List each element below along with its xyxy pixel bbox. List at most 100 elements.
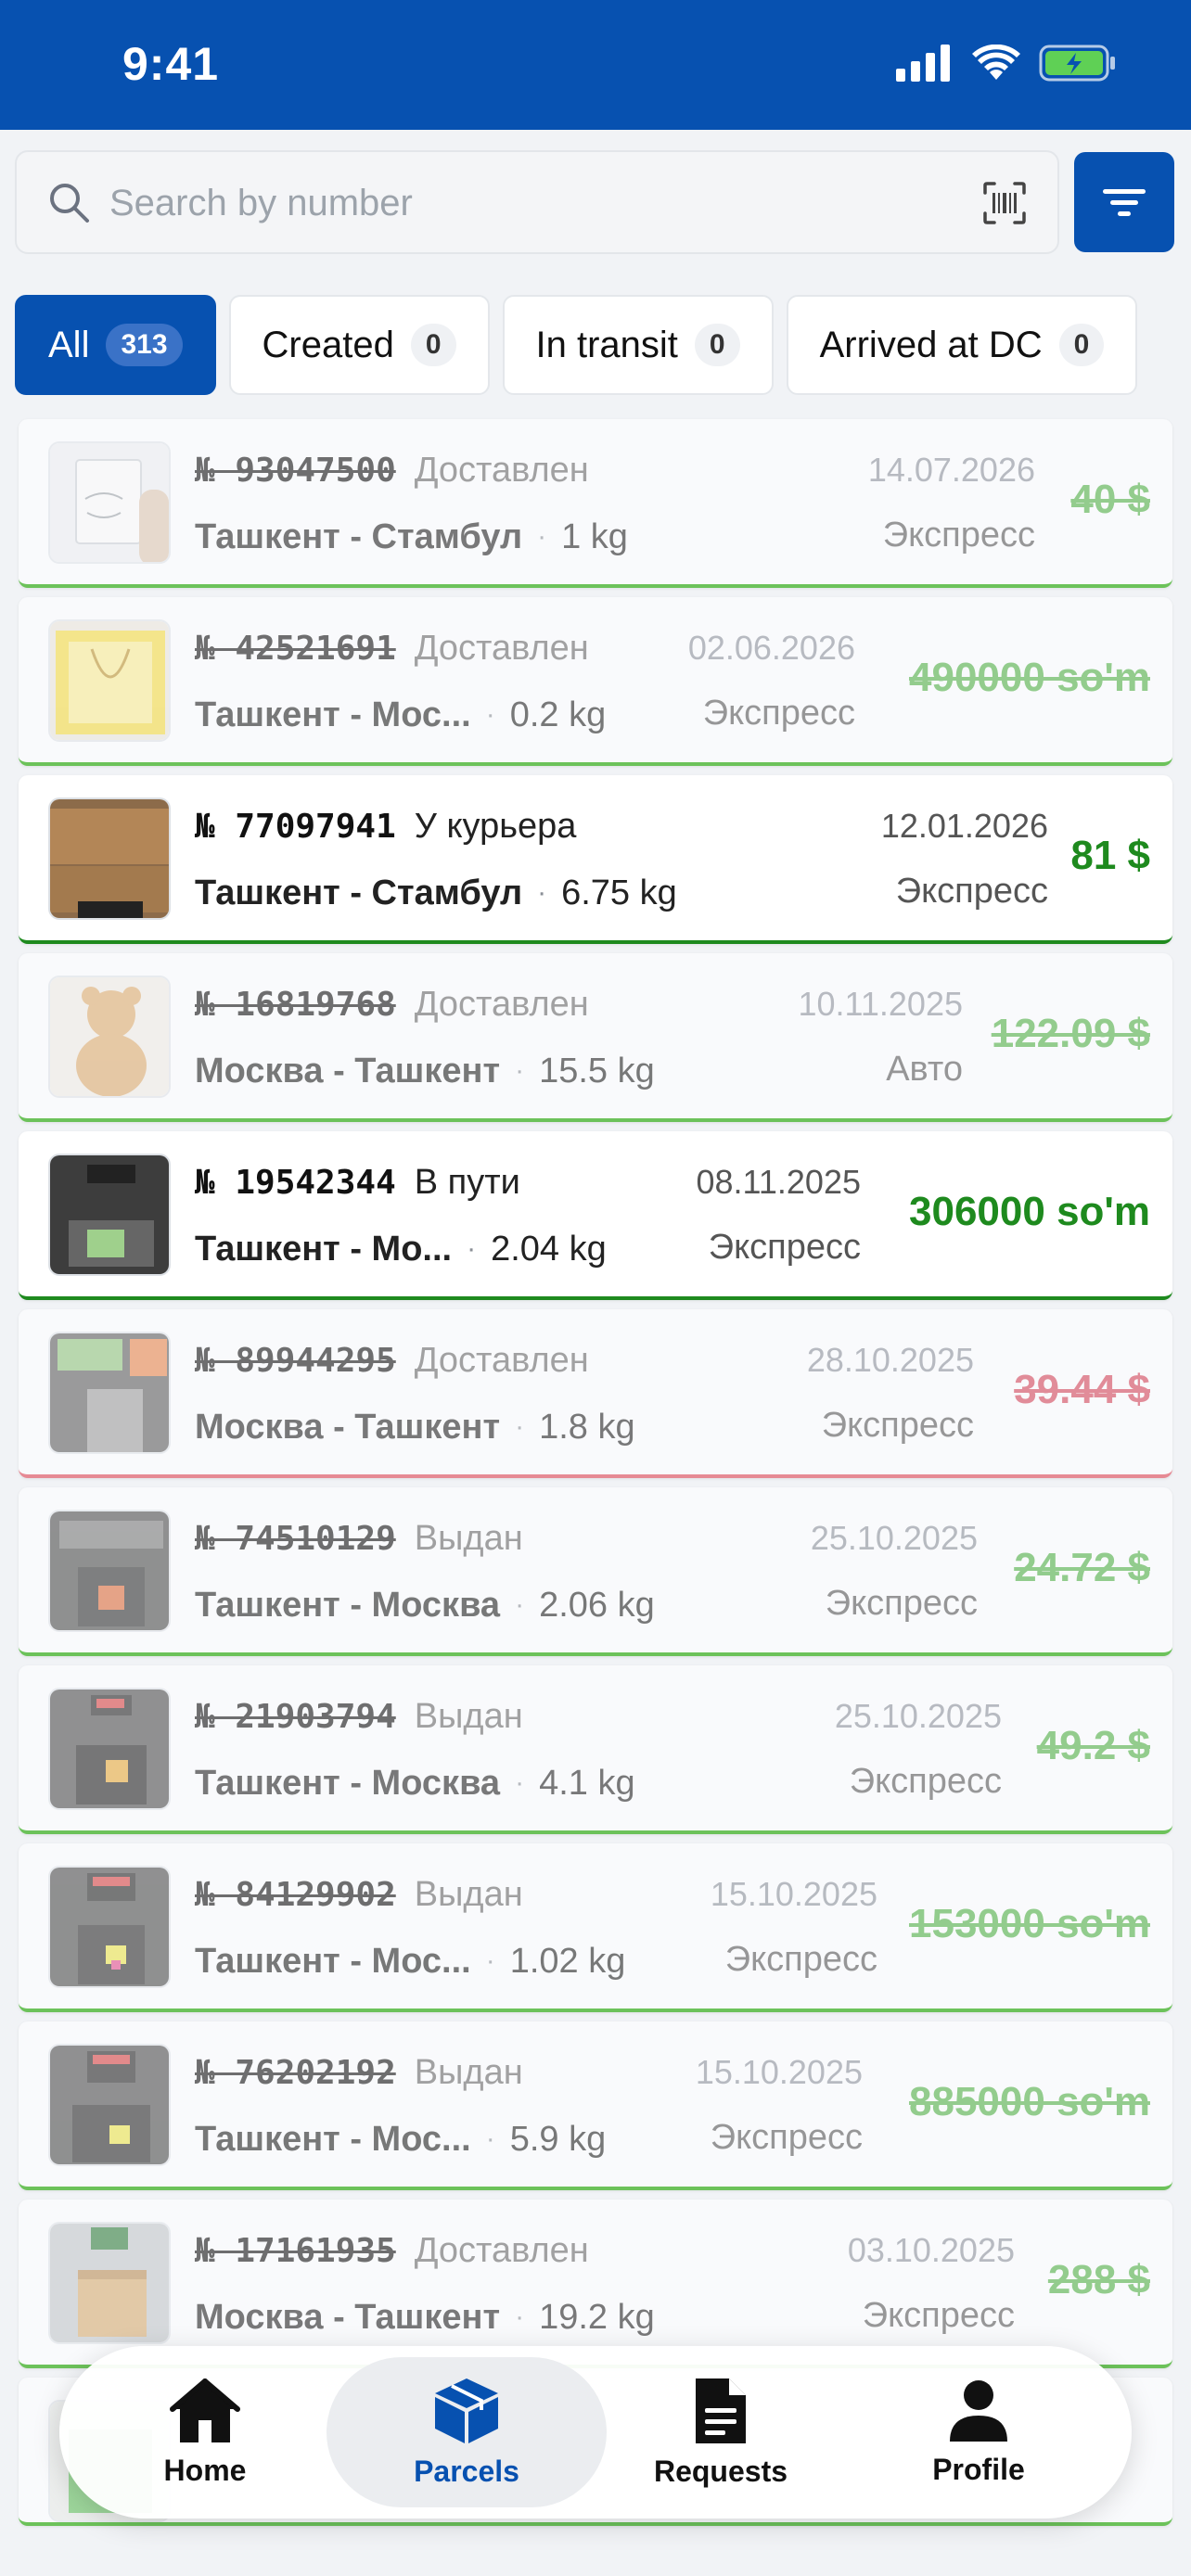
parcel-number: № 77097941	[195, 807, 396, 846]
search-box[interactable]	[15, 150, 1059, 254]
nav-label: Parcels	[414, 2454, 519, 2488]
nav-home[interactable]: Home	[80, 2357, 330, 2507]
signal-icon	[896, 45, 950, 82]
parcel-list: № 93047500 Доставлен Ташкент - Стамбул · 1 …	[19, 419, 1172, 2535]
parcel-weight: 15.5 kg	[539, 1051, 655, 1090]
parcel-status: Доставлен	[414, 450, 589, 490]
parcel-date: 12.01.2026	[880, 807, 1048, 845]
parcel-number: № 21903794	[195, 1697, 396, 1736]
parcel-weight: 5.9 kg	[509, 2119, 607, 2159]
parcel-date: 02.06.2026	[687, 629, 855, 667]
search-input[interactable]	[109, 174, 944, 232]
parcel-type: Экспресс	[724, 1940, 877, 1979]
parcel-type: Экспресс	[821, 1406, 974, 1445]
parcel-number: № 16819768	[195, 985, 396, 1024]
parcel-weight: 1.8 kg	[539, 1407, 635, 1447]
search-icon	[50, 184, 89, 223]
parcel-card[interactable]: № 74510129 Выдан Ташкент - Москва · 2.06 kg…	[19, 1487, 1172, 1656]
barcode-scan-icon[interactable]	[981, 180, 1028, 226]
nav-parcels[interactable]: Parcels	[327, 2357, 607, 2507]
nav-requests[interactable]: Requests	[596, 2357, 846, 2507]
parcel-card[interactable]: № 42521691 Доставлен Ташкент - Мос... · 0.2…	[19, 597, 1172, 766]
parcel-route: Москва - Ташкент	[195, 2297, 501, 2337]
parcel-price: 153000 so'm	[909, 1901, 1150, 1946]
parcel-card[interactable]: № 76202192 Выдан Ташкент - Мос... · 5.9 kg …	[19, 2021, 1172, 2190]
nav-label: Profile	[932, 2452, 1025, 2486]
tab-arrived-at-dc[interactable]: Arrived at DC 0	[786, 295, 1138, 395]
parcel-card[interactable]: № 93047500 Доставлен Ташкент - Стамбул · 1 …	[19, 419, 1172, 588]
parcel-price: 490000 so'm	[909, 655, 1150, 700]
parcel-photo	[48, 619, 171, 742]
parcel-number: № 76202192	[195, 2053, 396, 2092]
parcel-price: 39.44 $	[1014, 1367, 1150, 1412]
parcel-route: Москва - Ташкент	[195, 1407, 501, 1447]
parcel-price: 49.2 $	[1036, 1723, 1150, 1768]
parcel-type: Экспресс	[849, 1762, 1002, 1801]
parcel-route: Ташкент - Мос...	[195, 695, 471, 734]
tab-label: Arrived at DC	[819, 324, 1043, 365]
separator-dot: ·	[515, 1589, 525, 1620]
tab-all[interactable]: All 313	[15, 295, 216, 395]
parcel-status: Выдан	[414, 1874, 523, 1914]
parcel-price: 306000 so'm	[909, 1189, 1150, 1234]
parcel-date: 15.10.2025	[710, 1875, 877, 1913]
parcel-weight: 2.04 kg	[491, 1229, 607, 1269]
parcel-card[interactable]: № 89944295 Доставлен Москва - Ташкент · 1.8…	[19, 1309, 1172, 1478]
tab-label: In transit	[535, 324, 678, 365]
parcel-status: Доставлен	[414, 2230, 589, 2270]
parcel-card[interactable]: № 84129902 Выдан Ташкент - Мос... · 1.02 kg…	[19, 1843, 1172, 2012]
parcel-number: № 89944295	[195, 1341, 396, 1380]
separator-dot: ·	[485, 1945, 495, 1976]
separator-dot: ·	[515, 2302, 525, 2332]
parcel-date: 25.10.2025	[810, 1519, 978, 1557]
parcel-route: Ташкент - Москва	[195, 1585, 501, 1625]
parcel-status: Выдан	[414, 1518, 523, 1558]
tab-created[interactable]: Created 0	[228, 295, 490, 395]
parcel-photo	[48, 1866, 171, 1988]
parcel-type: Экспресс	[895, 872, 1048, 911]
parcel-weight: 4.1 kg	[539, 1763, 635, 1803]
box-icon	[435, 2378, 498, 2443]
separator-dot: ·	[537, 521, 547, 552]
parcel-card[interactable]: № 77097941 У курьера Ташкент - Стамбул · 6.…	[19, 775, 1172, 944]
parcel-date: 08.11.2025	[696, 1163, 861, 1201]
parcel-status: Выдан	[414, 2052, 523, 2092]
parcel-number: № 84129902	[195, 1875, 396, 1914]
parcel-type: Экспресс	[882, 516, 1035, 555]
parcel-type: Авто	[886, 1050, 963, 1089]
parcel-status: Доставлен	[414, 1340, 589, 1380]
parcel-card[interactable]: № 19542344 В пути Ташкент - Мо... · 2.04 kg…	[19, 1131, 1172, 1300]
parcel-route: Ташкент - Москва	[195, 1763, 501, 1803]
tab-label: All	[48, 324, 90, 365]
parcel-photo	[48, 976, 171, 1098]
status-tabs: All 313 Created 0 In transit 0 Arrived a…	[15, 295, 1138, 397]
filter-button[interactable]	[1074, 152, 1174, 252]
tab-count-badge: 0	[694, 324, 740, 366]
parcel-date: 14.07.2026	[867, 451, 1035, 489]
tab-in-transit[interactable]: In transit 0	[502, 295, 774, 395]
status-time: 9:41	[122, 38, 220, 90]
parcel-type: Экспресс	[710, 2118, 863, 2157]
separator-dot: ·	[515, 1411, 525, 1442]
parcel-weight: 6.75 kg	[561, 873, 677, 912]
parcel-number: № 42521691	[195, 629, 396, 668]
parcel-route: Москва - Ташкент	[195, 1051, 501, 1090]
parcel-route: Ташкент - Мос...	[195, 2119, 471, 2159]
separator-dot: ·	[515, 1767, 525, 1798]
parcel-price: 24.72 $	[1014, 1545, 1150, 1590]
parcel-card[interactable]: № 16819768 Доставлен Москва - Ташкент · 15.…	[19, 953, 1172, 1122]
separator-dot: ·	[485, 2123, 495, 2154]
parcel-date: 10.11.2025	[798, 985, 963, 1023]
parcel-card[interactable]: № 17161935 Доставлен Москва - Ташкент · 19.…	[19, 2200, 1172, 2368]
parcel-route: Ташкент - Стамбул	[195, 516, 523, 556]
parcel-card[interactable]: № 21903794 Выдан Ташкент - Москва · 4.1 kg …	[19, 1665, 1172, 1834]
separator-dot: ·	[537, 877, 547, 908]
search-row	[15, 150, 1176, 256]
parcel-photo	[48, 1510, 171, 1632]
parcel-photo	[48, 2044, 171, 2166]
parcel-weight: 1 kg	[561, 516, 628, 556]
nav-profile[interactable]: Profile	[853, 2357, 1104, 2507]
tab-label: Created	[262, 324, 394, 365]
filter-icon	[1103, 189, 1146, 216]
parcel-number: № 74510129	[195, 1519, 396, 1558]
